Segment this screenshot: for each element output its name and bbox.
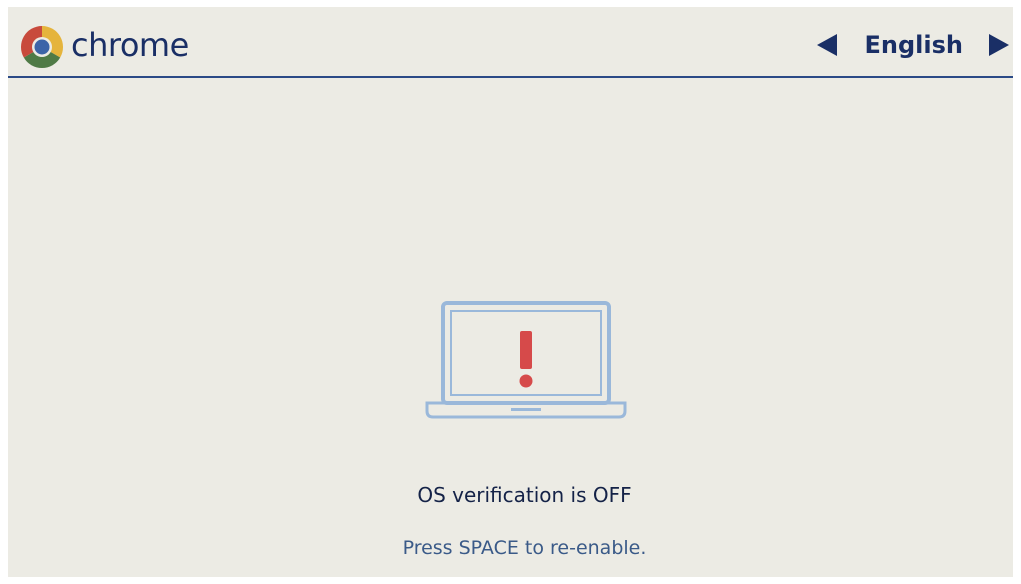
chrome-logo-icon	[20, 25, 64, 69]
laptop-warning-icon	[425, 301, 627, 419]
header-bar: chrome English	[8, 7, 1013, 79]
brand-logo: chrome	[19, 24, 189, 70]
recovery-screen: chrome English OS verification is OFF Pr…	[8, 7, 1013, 577]
brand-name: chrome	[71, 26, 189, 64]
triangle-left-icon[interactable]	[816, 34, 837, 56]
reenable-instruction: Press SPACE to re-enable.	[402, 537, 647, 559]
verification-status-title: OS verification is OFF	[417, 483, 632, 507]
language-selector: English	[816, 31, 1009, 59]
triangle-right-icon[interactable]	[989, 34, 1009, 56]
language-label[interactable]: English	[865, 31, 963, 59]
header-divider	[8, 76, 1013, 78]
